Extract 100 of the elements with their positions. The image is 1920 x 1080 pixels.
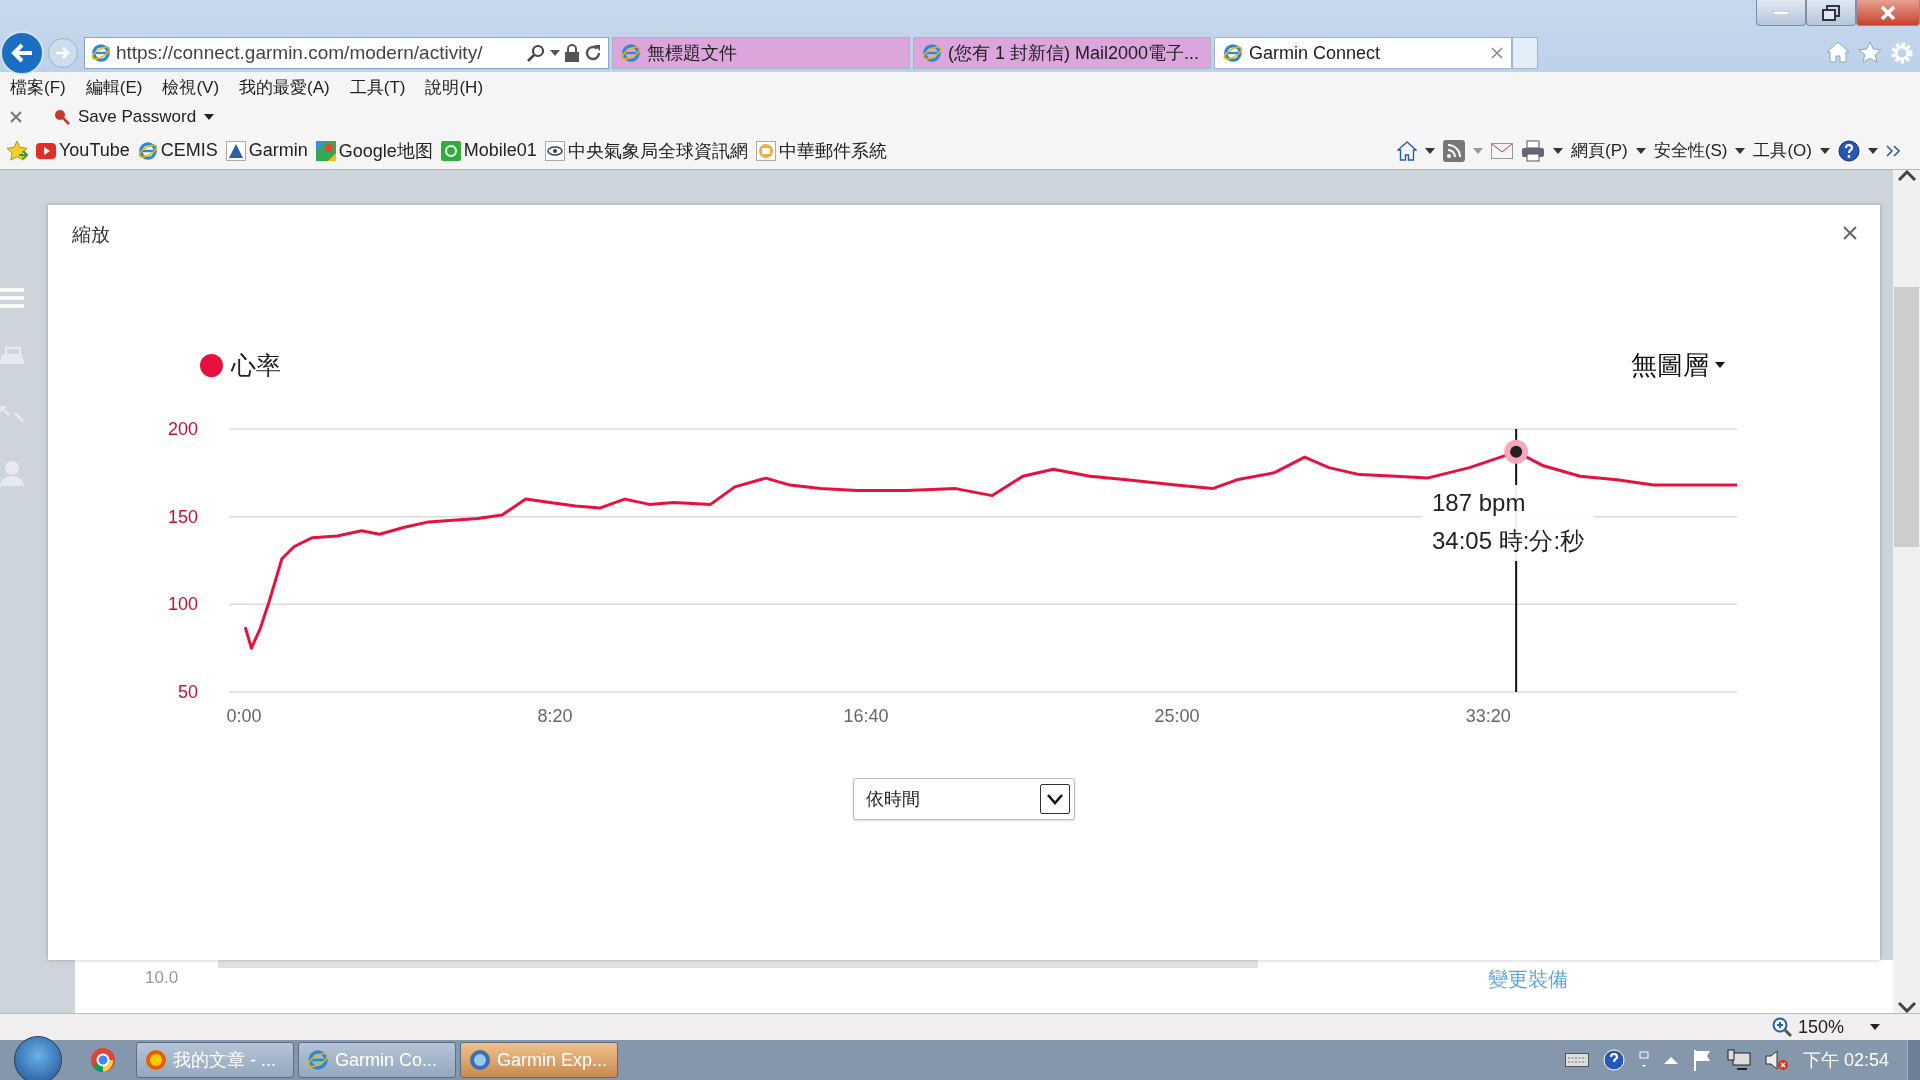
browser-icon: [621, 43, 641, 63]
start-button[interactable]: [14, 1036, 62, 1080]
browser-icon: [1223, 43, 1243, 63]
caret-icon[interactable]: [204, 114, 215, 120]
key-icon: [54, 109, 70, 125]
minimize-icon: [1773, 10, 1789, 15]
close-button[interactable]: [1856, 0, 1920, 26]
command-menu[interactable]: 工具(O): [1753, 139, 1812, 162]
caret-icon[interactable]: [1425, 147, 1436, 154]
zoom-level[interactable]: 150%: [1797, 1016, 1844, 1038]
menu-item[interactable]: 說明(H): [425, 75, 484, 99]
menu-item[interactable]: 工具(T): [349, 75, 406, 99]
y-tick-label: 200: [167, 419, 198, 439]
close-button[interactable]: [1842, 225, 1858, 241]
x-tick-label: 0:00: [226, 706, 262, 726]
fox-icon: [145, 1049, 167, 1071]
command-menu[interactable]: 網頁(P): [1571, 139, 1628, 162]
caret-icon[interactable]: [1553, 147, 1564, 154]
tab-close-icon[interactable]: [1491, 47, 1503, 59]
restore-button[interactable]: [1806, 0, 1856, 26]
scroll-up-icon[interactable]: [1896, 170, 1917, 182]
zoom-icon[interactable]: [1771, 1017, 1792, 1037]
menu-item[interactable]: 編輯(E): [85, 75, 143, 99]
menu-item[interactable]: 檢視(V): [162, 75, 220, 99]
browser-tab[interactable]: Garmin Connect: [1214, 37, 1512, 69]
address-bar[interactable]: https://connect.garmin.com/modern/activity/: [84, 37, 609, 69]
caret-icon[interactable]: [1820, 147, 1830, 154]
favorite-link[interactable]: 中華郵件系統: [778, 138, 887, 163]
caret-icon[interactable]: [1868, 147, 1878, 154]
menu-item[interactable]: 我的最愛(A): [239, 75, 330, 99]
arrow-right-icon: [55, 46, 71, 60]
y-tick-label: 150: [167, 506, 198, 527]
tooltip-time: 34:05 時:分:秒: [1432, 526, 1585, 556]
favorite-link[interactable]: 中央氣象局全球資訊網: [567, 138, 748, 163]
keyboard-icon[interactable]: [1564, 1053, 1589, 1067]
y-tick-label: 50: [177, 682, 198, 702]
caret-icon[interactable]: [1735, 147, 1746, 154]
favorite-link[interactable]: Google地图: [338, 138, 433, 163]
flag-icon[interactable]: [1692, 1049, 1713, 1071]
arrow-left-icon: [11, 43, 33, 63]
tray-up-icon[interactable]: [1662, 1055, 1679, 1065]
search-icon[interactable]: [527, 44, 545, 62]
legend-label: 心率: [231, 349, 281, 381]
menu-icon: [0, 288, 24, 308]
browser-tab[interactable]: 無標題文件: [612, 37, 910, 69]
browser-tab[interactable]: (您有 1 封新信) Mail2000電子...: [913, 37, 1211, 69]
person-icon: [0, 460, 24, 486]
y-tick-label: 100: [167, 594, 198, 615]
command-menu[interactable]: 安全性(S): [1653, 139, 1728, 162]
arrows-icon: [0, 406, 24, 422]
chrome-icon[interactable]: [90, 1047, 116, 1073]
print-icon[interactable]: [1521, 139, 1546, 162]
scroll-down-icon[interactable]: [1896, 1001, 1917, 1013]
caret-icon[interactable]: [1635, 147, 1646, 154]
home-icon[interactable]: [1397, 140, 1418, 161]
caret-icon[interactable]: [1715, 362, 1725, 368]
eye-icon: [544, 140, 565, 161]
browser-icon: [137, 140, 158, 161]
mail-icon: [755, 140, 776, 161]
x-tick-label: 25:00: [1154, 706, 1200, 726]
back-button[interactable]: [0, 31, 44, 75]
app-icon: [440, 140, 461, 161]
triangle-icon: [225, 140, 246, 161]
favorite-link[interactable]: YouTube: [59, 140, 130, 161]
mail-icon[interactable]: [1491, 142, 1514, 159]
speaker-mute-icon[interactable]: [1764, 1049, 1789, 1071]
play-icon: [36, 142, 56, 159]
chevron-down-icon: [1046, 793, 1064, 805]
help-icon[interactable]: [1838, 139, 1860, 162]
layers-dropdown[interactable]: 無圖層: [1631, 347, 1725, 383]
star-icon[interactable]: [1858, 41, 1882, 63]
star-icon[interactable]: [6, 139, 28, 162]
network-icon[interactable]: [1726, 1049, 1751, 1071]
favorite-link[interactable]: CEMIS: [160, 140, 218, 161]
close-icon[interactable]: [10, 111, 22, 123]
close-icon: [1880, 4, 1896, 21]
favorite-link[interactable]: Mobile01: [463, 140, 537, 161]
x-tick-label: 8:20: [537, 706, 573, 726]
x-axis-select[interactable]: 依時間: [853, 778, 1075, 820]
globe-icon: [469, 1049, 491, 1071]
x-tick-label: 16:40: [843, 706, 889, 726]
feed-icon[interactable]: [1443, 139, 1466, 162]
caret-icon[interactable]: [1870, 1024, 1880, 1030]
chevron-icon[interactable]: [1886, 144, 1900, 157]
save-password-button[interactable]: Save Password: [78, 107, 197, 127]
caret-icon[interactable]: [550, 50, 560, 56]
browser-icon: [922, 43, 942, 63]
map-icon: [315, 140, 336, 161]
lock-icon: [565, 44, 579, 62]
x-tick-label: 33:20: [1465, 706, 1511, 726]
restore-icon: [1822, 4, 1840, 21]
browser-icon: [91, 43, 111, 63]
menu-item[interactable]: 檔案(F): [10, 75, 66, 99]
favorite-link[interactable]: Garmin: [248, 140, 308, 161]
axis-label: 10.0: [145, 968, 179, 988]
browser-icon: [307, 1049, 329, 1071]
tooltip-value: 187 bpm: [1432, 489, 1527, 517]
scrollbar[interactable]: [1893, 170, 1920, 1013]
refresh-icon[interactable]: [584, 44, 602, 62]
close-icon: [1842, 225, 1858, 241]
